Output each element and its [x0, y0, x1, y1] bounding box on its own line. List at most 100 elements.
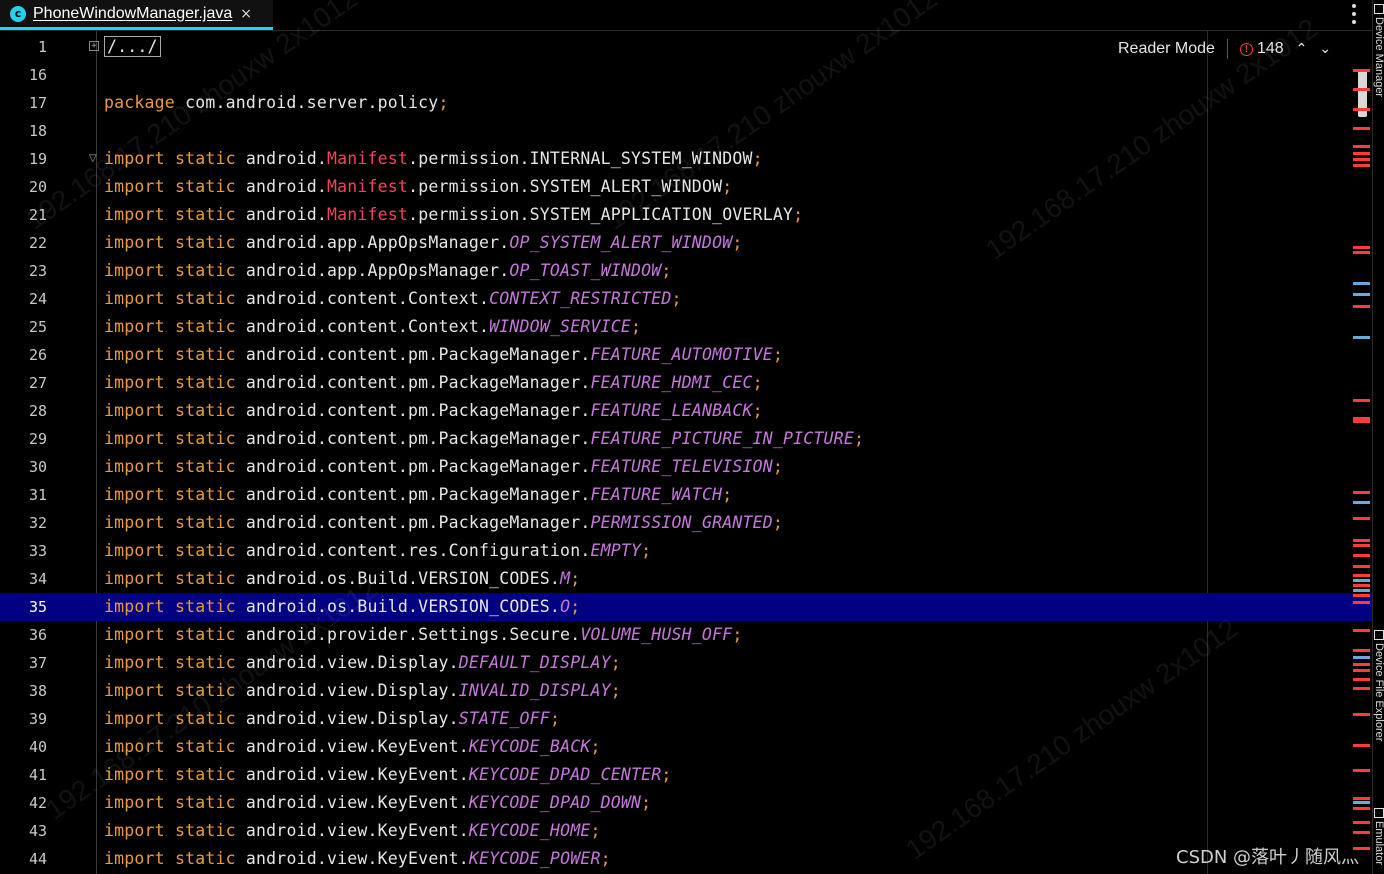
stripe-marker[interactable]	[1353, 769, 1370, 772]
code-line[interactable]: 27 import static android.content.pm.Packa…	[0, 369, 1372, 397]
stripe-marker[interactable]	[1353, 584, 1370, 587]
line-number[interactable]: 17	[0, 89, 47, 117]
line-number[interactable]: 39	[0, 705, 47, 733]
code-line[interactable]: 33 import static android.content.res.Conf…	[0, 537, 1372, 565]
line-number[interactable]: 38	[0, 677, 47, 705]
stripe-marker[interactable]	[1353, 539, 1370, 542]
line-number[interactable]: 21	[0, 201, 47, 229]
line-number[interactable]: 35	[0, 593, 47, 621]
stripe-marker[interactable]	[1353, 687, 1370, 690]
line-number[interactable]: 44	[0, 845, 47, 873]
close-icon[interactable]: ×	[240, 6, 252, 22]
code-line[interactable]: 26 import static android.content.pm.Packa…	[0, 341, 1372, 369]
code-line[interactable]: 17 package com.android.server.policy;	[0, 89, 1372, 117]
code-line[interactable]: 38 import static android.view.Display.INV…	[0, 677, 1372, 705]
code-line[interactable]: 35 import static android.os.Build.VERSION…	[0, 593, 1372, 621]
stripe-marker[interactable]	[1353, 127, 1370, 130]
stripe-marker[interactable]	[1353, 108, 1370, 111]
stripe-marker[interactable]	[1353, 554, 1370, 557]
code-line[interactable]: 22 import static android.app.AppOpsManage…	[0, 229, 1372, 257]
line-number[interactable]: 43	[0, 817, 47, 845]
stripe-marker[interactable]	[1353, 251, 1370, 254]
tool-device-manager[interactable]: Device Manager	[1373, 4, 1384, 130]
stripe-marker[interactable]	[1353, 589, 1370, 592]
stripe-marker[interactable]	[1353, 544, 1370, 547]
line-number[interactable]: 33	[0, 537, 47, 565]
stripe-marker[interactable]	[1353, 282, 1370, 285]
stripe-marker[interactable]	[1353, 305, 1370, 308]
code-line[interactable]: 20 import static android.Manifest.permiss…	[0, 173, 1372, 201]
line-number[interactable]: 34	[0, 565, 47, 593]
code-line[interactable]: 31 import static android.content.pm.Packa…	[0, 481, 1372, 509]
code-line[interactable]: 30 import static android.content.pm.Packa…	[0, 453, 1372, 481]
tool-emulator[interactable]: Emulator	[1373, 808, 1384, 874]
code-line[interactable]: 43 import static android.view.KeyEvent.KE…	[0, 817, 1372, 845]
code-line[interactable]: 36 import static android.provider.Setting…	[0, 621, 1372, 649]
line-number[interactable]: 37	[0, 649, 47, 677]
stripe-marker[interactable]	[1353, 420, 1370, 423]
code-line[interactable]: 37 import static android.view.Display.DEF…	[0, 649, 1372, 677]
line-number[interactable]: 29	[0, 425, 47, 453]
next-highlight-icon[interactable]: ⌄	[1319, 41, 1331, 57]
stripe-marker[interactable]	[1353, 797, 1370, 800]
stripe-marker[interactable]	[1353, 663, 1370, 666]
stripe-marker[interactable]	[1353, 145, 1370, 148]
code-line[interactable]: 39 import static android.view.Display.STA…	[0, 705, 1372, 733]
line-number[interactable]: 23	[0, 257, 47, 285]
previous-highlight-icon[interactable]: ⌃	[1296, 41, 1308, 57]
stripe-marker[interactable]	[1353, 491, 1370, 494]
code-line[interactable]: 23 import static android.app.AppOpsManage…	[0, 257, 1372, 285]
stripe-marker[interactable]	[1353, 744, 1370, 747]
line-number[interactable]: 18	[0, 117, 47, 145]
stripe-marker[interactable]	[1353, 399, 1370, 402]
stripe-marker[interactable]	[1353, 517, 1370, 520]
line-number[interactable]: 27	[0, 369, 47, 397]
line-number[interactable]: 36	[0, 621, 47, 649]
stripe-marker[interactable]	[1353, 821, 1370, 824]
code-line[interactable]: 32 import static android.content.pm.Packa…	[0, 509, 1372, 537]
stripe-marker[interactable]	[1353, 164, 1370, 167]
code-line[interactable]: 34 import static android.os.Build.VERSION…	[0, 565, 1372, 593]
line-number[interactable]: 41	[0, 761, 47, 789]
stripe-marker[interactable]	[1353, 158, 1370, 161]
stripe-marker[interactable]	[1353, 713, 1370, 716]
line-number[interactable]: 24	[0, 285, 47, 313]
stripe-marker[interactable]	[1353, 69, 1370, 72]
stripe-marker[interactable]	[1353, 807, 1370, 810]
stripe-marker[interactable]	[1353, 594, 1370, 597]
stripe-marker[interactable]	[1353, 565, 1370, 568]
line-number[interactable]: 1	[0, 33, 47, 61]
tool-device-file-explorer[interactable]: Device File Explorer	[1373, 630, 1384, 768]
code-editor[interactable]: 1 + /.../ 16 17 package com.android.server.po…	[0, 31, 1372, 874]
code-line[interactable]: 16	[0, 61, 1372, 89]
stripe-marker[interactable]	[1353, 629, 1370, 632]
line-number[interactable]: 42	[0, 789, 47, 817]
line-number[interactable]: 32	[0, 509, 47, 537]
code-line[interactable]: 21 import static android.Manifest.permiss…	[0, 201, 1372, 229]
line-number[interactable]: 40	[0, 733, 47, 761]
stripe-marker[interactable]	[1353, 574, 1370, 577]
line-number[interactable]: 26	[0, 341, 47, 369]
stripe-marker[interactable]	[1353, 669, 1370, 672]
line-number[interactable]: 19	[0, 145, 47, 173]
error-stripe[interactable]	[1352, 31, 1370, 874]
code-line[interactable]: 40 import static android.view.KeyEvent.KE…	[0, 733, 1372, 761]
line-number[interactable]: 31	[0, 481, 47, 509]
code-line[interactable]: 42 import static android.view.KeyEvent.KE…	[0, 789, 1372, 817]
line-number[interactable]: 25	[0, 313, 47, 341]
stripe-marker[interactable]	[1353, 88, 1370, 91]
collapse-fold-icon[interactable]: ▽	[89, 153, 101, 165]
stripe-marker[interactable]	[1353, 579, 1370, 582]
expand-fold-icon[interactable]: +	[89, 41, 99, 51]
line-number[interactable]: 16	[0, 61, 47, 89]
code-line[interactable]: 24 import static android.content.Context.…	[0, 285, 1372, 313]
stripe-marker[interactable]	[1353, 656, 1370, 659]
reader-mode-button[interactable]: Reader Mode	[1118, 40, 1215, 58]
stripe-marker[interactable]	[1353, 678, 1370, 681]
more-vertical-icon[interactable]	[1348, 4, 1360, 24]
stripe-marker[interactable]	[1353, 831, 1370, 834]
code-line[interactable]: 28 import static android.content.pm.Packa…	[0, 397, 1372, 425]
line-number[interactable]: 30	[0, 453, 47, 481]
stripe-marker[interactable]	[1353, 501, 1370, 504]
code-line[interactable]: 25 import static android.content.Context.…	[0, 313, 1372, 341]
